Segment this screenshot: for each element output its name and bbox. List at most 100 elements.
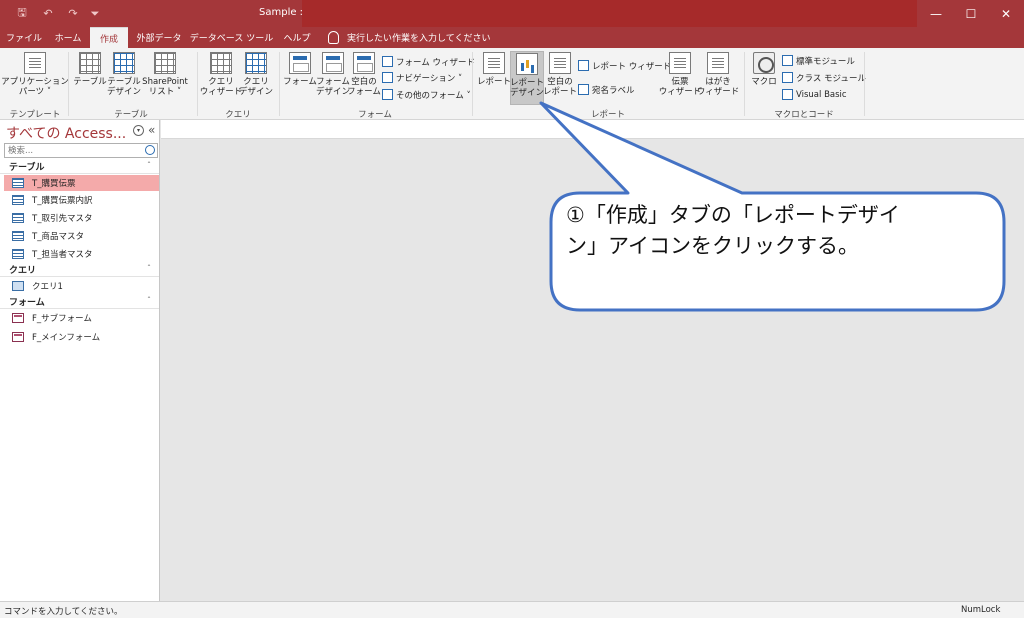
macro-button[interactable]: マクロ — [748, 52, 780, 87]
query-wizard-button[interactable]: クエリ ウィザード — [200, 52, 242, 97]
chevron-up-icon[interactable]: ˆ — [147, 296, 151, 305]
chevron-up-icon[interactable]: ˆ — [147, 161, 151, 170]
section-queries[interactable]: クエリ ˆ — [0, 263, 159, 277]
query-design-button[interactable]: クエリ デザイン — [237, 52, 275, 97]
nav-search-input[interactable] — [4, 143, 158, 158]
list-item-label: T_取引先マスタ — [32, 214, 93, 224]
form-design-icon — [322, 52, 344, 74]
group-label-table: テーブル — [114, 110, 148, 120]
list-item[interactable]: T_担当者マスタ — [4, 246, 159, 262]
blank-form-button[interactable]: 空白の フォーム — [347, 52, 381, 97]
list-item[interactable]: T_取引先マスタ — [4, 210, 159, 226]
postcard-wizard-button[interactable]: はがき ウィザード — [696, 52, 740, 97]
blank-form-label: 空白の フォーム — [347, 77, 381, 97]
maximize-button[interactable]: ☐ — [954, 0, 988, 27]
form-icon — [289, 52, 311, 74]
sharepoint-list-icon — [154, 52, 176, 74]
report-design-icon — [516, 53, 538, 75]
list-item[interactable]: F_サブフォーム — [4, 310, 159, 326]
list-item[interactable]: T_購買伝票 — [4, 175, 159, 191]
chevron-up-icon[interactable]: ˆ — [147, 264, 151, 273]
form-wizard-icon — [382, 56, 393, 67]
form-wizard-button[interactable]: フォーム ウィザード — [382, 54, 475, 69]
blank-report-icon — [549, 52, 571, 74]
blank-form-icon — [353, 52, 375, 74]
postcard-wizard-label: はがき ウィザード — [696, 77, 740, 97]
labels-label: 宛名ラベル — [592, 85, 635, 96]
app-parts-button[interactable]: アプリケーション パーツ ˅ — [1, 52, 69, 97]
numlock-indicator: NumLock — [961, 605, 1001, 615]
close-button[interactable]: ✕ — [989, 0, 1023, 27]
group-label-template: テンプレート — [9, 110, 61, 120]
section-forms[interactable]: フォーム ˆ — [0, 295, 159, 309]
module-button[interactable]: 標準モジュール — [782, 53, 855, 68]
group-label-form: フォーム — [358, 110, 392, 120]
tell-me-text: 実行したい作業を入力してください — [347, 34, 491, 44]
navigation-label: ナビゲーション ˅ — [396, 73, 463, 84]
separator — [472, 52, 473, 116]
table-button[interactable]: テーブル — [72, 52, 108, 87]
sharepoint-list-button[interactable]: SharePoint リスト ˅ — [140, 52, 190, 97]
list-item[interactable]: T_商品マスタ — [4, 228, 159, 244]
labels-icon — [578, 84, 589, 95]
macro-icon — [753, 52, 775, 74]
list-item-label: クエリ1 — [32, 282, 63, 292]
tab-external-data[interactable]: 外部データ — [131, 27, 187, 48]
redo-icon[interactable]: ↷ — [62, 5, 84, 22]
save-icon[interactable]: 🖫 — [12, 5, 32, 22]
labels-button[interactable]: 宛名ラベル — [578, 82, 635, 97]
tab-home[interactable]: ホーム — [47, 27, 89, 48]
report-wizard-icon — [578, 60, 589, 71]
separator — [279, 52, 280, 116]
status-text: コマンドを入力してください。 — [4, 607, 123, 617]
form-design-button[interactable]: フォーム デザイン — [315, 52, 351, 97]
customize-qat-icon[interactable]: ⏷ — [88, 5, 102, 22]
group-label-macro: マクロとコード — [774, 110, 834, 120]
workspace — [161, 120, 1024, 601]
tell-me-box[interactable]: 実行したい作業を入力してください — [328, 27, 490, 48]
class-module-button[interactable]: クラス モジュール — [782, 70, 866, 85]
navigation-button[interactable]: ナビゲーション ˅ — [382, 70, 462, 85]
nav-pane-title[interactable]: すべての Access... — [6, 123, 126, 143]
ribbon: アプリケーション パーツ ˅ テンプレート テーブル テーブル デザイン Share… — [0, 48, 1024, 120]
minimize-button[interactable]: — — [919, 0, 953, 27]
table-design-button[interactable]: テーブル デザイン — [106, 52, 142, 97]
tab-database-tools[interactable]: データベース ツール — [190, 27, 273, 48]
form-button[interactable]: フォーム — [283, 52, 317, 87]
tab-help[interactable]: ヘルプ — [278, 27, 316, 48]
more-forms-icon — [382, 89, 393, 100]
table-design-label: テーブル デザイン — [106, 77, 141, 97]
list-item[interactable]: T_購買伝票内訳 — [4, 192, 159, 208]
app-parts-icon — [24, 52, 46, 74]
more-forms-label: その他のフォーム ˅ — [396, 90, 471, 101]
separator — [744, 52, 745, 116]
separator — [864, 52, 865, 116]
tab-create[interactable]: 作成 — [90, 27, 128, 48]
report-design-button[interactable]: レポート デザイン — [510, 51, 544, 105]
search-icon[interactable] — [145, 145, 155, 155]
blank-report-button[interactable]: 空白の レポート — [543, 52, 577, 97]
visual-basic-label: Visual Basic — [796, 89, 847, 100]
slip-wizard-button[interactable]: 伝票 ウィザード — [659, 52, 701, 97]
list-item[interactable]: F_メインフォーム — [4, 329, 159, 345]
section-tables[interactable]: テーブル ˆ — [0, 160, 159, 174]
report-button[interactable]: レポート — [477, 52, 511, 87]
visual-basic-icon — [782, 89, 793, 100]
navigation-pane: すべての Access... ▾ « テーブル ˆ T_購買伝票 T_購買伝票内… — [0, 120, 160, 601]
visual-basic-button[interactable]: Visual Basic — [782, 87, 847, 102]
list-item-label: F_メインフォーム — [32, 333, 101, 343]
more-forms-button[interactable]: その他のフォーム ˅ — [382, 87, 471, 102]
nav-menu-dropdown-icon[interactable]: ▾ — [133, 125, 144, 136]
ribbon-tab-bar: ファイル ホーム 作成 外部データ データベース ツール ヘルプ 実行したい作業… — [0, 27, 1024, 48]
report-wizard-button[interactable]: レポート ウィザード — [578, 58, 671, 73]
query-icon — [12, 281, 24, 291]
window-title: Sample : — [259, 7, 304, 18]
collapse-pane-icon[interactable]: « — [148, 123, 155, 137]
list-item[interactable]: クエリ1 — [4, 278, 159, 294]
status-bar: コマンドを入力してください。 NumLock — [0, 601, 1024, 618]
undo-icon[interactable]: ↶ — [37, 5, 59, 22]
table-icon — [12, 213, 24, 223]
form-label: フォーム — [283, 77, 317, 87]
query-design-icon — [245, 52, 267, 74]
tab-file[interactable]: ファイル — [4, 27, 44, 48]
